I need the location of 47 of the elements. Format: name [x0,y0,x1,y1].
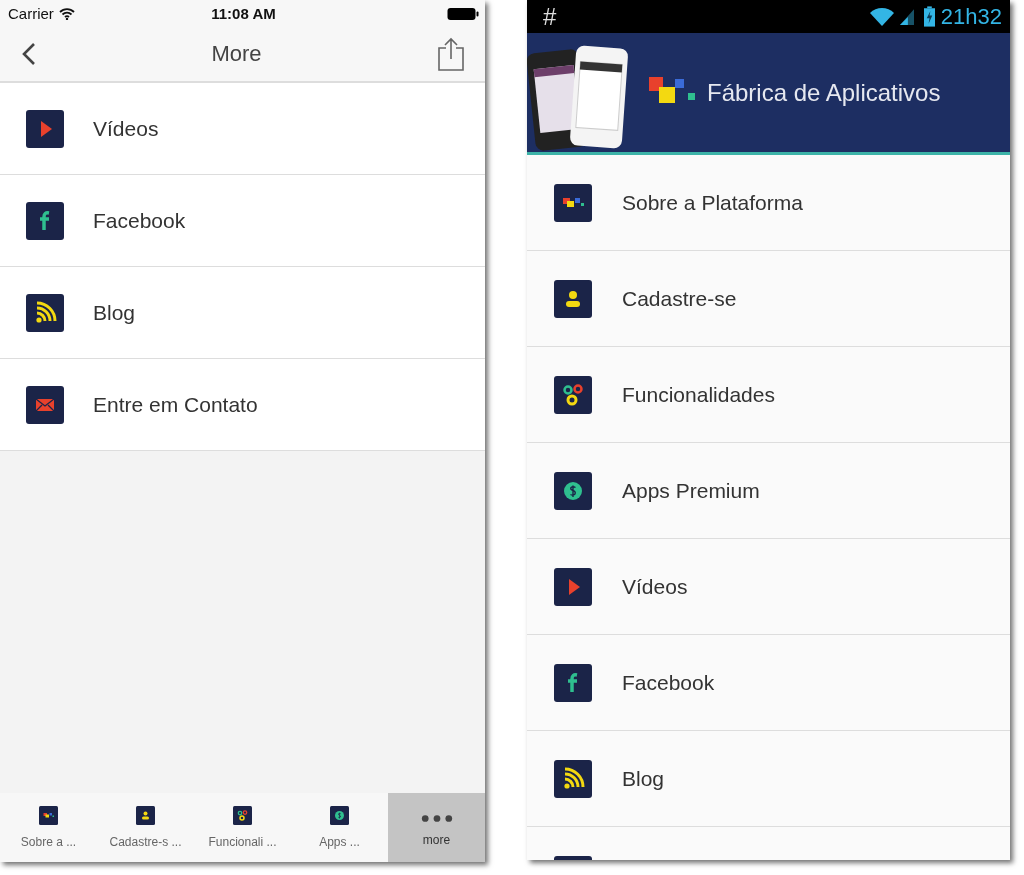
person-icon [554,279,592,318]
colored-squares-icon [554,183,592,222]
status-time: 21h32 [940,3,1002,30]
list-item[interactable]: Entre em Contato [0,359,485,451]
tab-bar-item[interactable]: Cadastre-s ... [97,793,194,862]
gears-icon [233,806,252,825]
battery-icon [447,6,479,21]
list-item[interactable]: Sobre a Plataforma [527,155,1010,251]
list-item[interactable]: Cadastre-se [527,251,1010,347]
facebook-icon [26,201,64,240]
list-item[interactable]: Vídeos [527,539,1010,635]
signal-icon [899,7,914,26]
list-item[interactable]: Vídeos [0,83,485,175]
rss-icon [26,293,64,332]
play-icon [26,109,64,148]
play-icon [554,567,592,606]
carrier-name: Carrier [8,5,54,22]
list-item[interactable]: Blog [527,731,1010,827]
share-button[interactable] [437,37,465,71]
colored-squares-icon [39,806,58,825]
tab-bar-item[interactable]: Sobre a ... [0,793,97,862]
more-dots-icon [420,814,453,823]
battery-icon [923,6,935,27]
person-icon [136,806,155,825]
wifi-icon [869,7,894,26]
tab-bar-item[interactable]: Apps ... [291,793,388,862]
notification-icon: # [543,2,557,31]
banner-title: Fábrica de Aplicativos [707,78,941,107]
facebook-icon [554,663,592,702]
list-item[interactable]: Facebook [0,175,485,267]
coin-icon [554,471,592,510]
envelope-icon [26,385,64,424]
screen-title: More [211,41,262,67]
wifi-icon [58,7,75,20]
tab-bar-item[interactable]: Funcionali ... [194,793,291,862]
gears-icon [554,375,592,414]
back-chevron-icon [22,42,36,66]
list-item[interactable]: Facebook [527,635,1010,731]
list-item[interactable]: Apps Premium [527,443,1010,539]
list-item[interactable]: Funcionalidades [527,347,1010,443]
back-button[interactable] [22,42,36,66]
status-time: 11:08 AM [211,5,276,22]
coin-icon [330,806,349,825]
share-icon [437,37,465,71]
rss-icon [554,759,592,798]
list-item[interactable]: Blog [0,267,485,359]
tab-bar-item[interactable]: more [388,793,485,862]
